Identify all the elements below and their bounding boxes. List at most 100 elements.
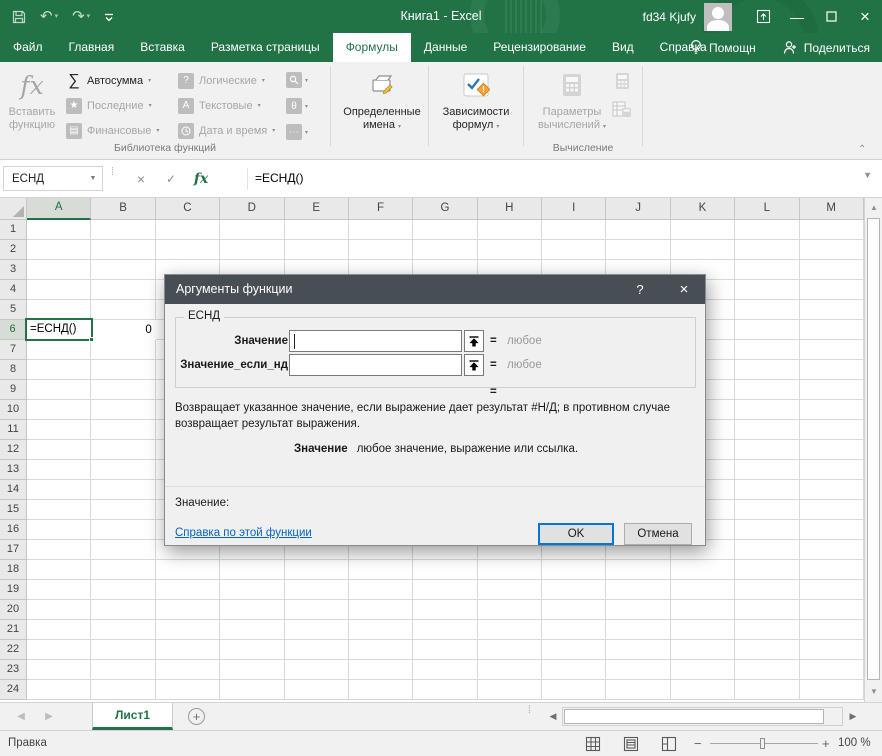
cell[interactable] <box>27 500 91 520</box>
cell[interactable] <box>671 240 735 260</box>
arg2-input[interactable] <box>289 354 462 376</box>
sheet-next-icon[interactable]: ▶ <box>36 703 62 731</box>
name-box[interactable]: ЕСНД ▼ <box>3 166 103 191</box>
cell[interactable] <box>349 560 413 580</box>
redo-button[interactable]: ↷▾ <box>72 9 90 24</box>
row-header-2[interactable]: 2 <box>0 240 27 260</box>
collapse-ribbon-icon[interactable]: ⌃ <box>858 144 866 155</box>
cell[interactable] <box>91 660 155 680</box>
column-header-L[interactable]: L <box>735 198 799 220</box>
cell[interactable] <box>735 620 799 640</box>
cell[interactable] <box>91 340 155 360</box>
cell[interactable] <box>91 460 155 480</box>
cell[interactable] <box>735 500 799 520</box>
cell[interactable] <box>735 640 799 660</box>
formula-input[interactable]: =ЕСНД() <box>255 166 303 191</box>
formula-bar-splitter[interactable]: ⁞ <box>111 169 114 175</box>
fill-handle[interactable] <box>89 337 94 342</box>
cell[interactable] <box>735 600 799 620</box>
cell[interactable] <box>220 620 284 640</box>
vertical-scroll-thumb[interactable] <box>867 218 880 680</box>
cell[interactable] <box>735 660 799 680</box>
cell[interactable] <box>800 600 864 620</box>
cell[interactable] <box>478 220 542 240</box>
account-name[interactable]: fd34 Kjufy <box>643 10 696 24</box>
cell[interactable] <box>349 680 413 700</box>
cell[interactable] <box>27 660 91 680</box>
cell[interactable] <box>671 560 735 580</box>
undo-button[interactable]: ↶▾ <box>40 9 58 24</box>
redo-dropdown-icon[interactable]: ▾ <box>87 13 91 20</box>
cell[interactable] <box>27 220 91 240</box>
row-header-20[interactable]: 20 <box>0 600 27 620</box>
arg2-collapse-dialog-icon[interactable] <box>464 354 484 376</box>
maximize-button[interactable] <box>814 0 848 33</box>
cell[interactable] <box>220 580 284 600</box>
cell[interactable] <box>800 400 864 420</box>
column-header-A[interactable]: A <box>27 198 91 220</box>
cell[interactable] <box>27 560 91 580</box>
cell[interactable] <box>156 580 220 600</box>
cell[interactable] <box>735 460 799 480</box>
cell[interactable] <box>156 560 220 580</box>
undo-dropdown-icon[interactable]: ▾ <box>55 13 59 20</box>
cell[interactable] <box>671 620 735 640</box>
customize-qat-icon[interactable] <box>104 12 114 22</box>
arg1-input[interactable] <box>289 330 462 352</box>
row-header-10[interactable]: 10 <box>0 400 27 420</box>
dialog-help-icon[interactable]: ? <box>621 275 659 304</box>
cell[interactable] <box>800 360 864 380</box>
cell[interactable] <box>735 280 799 300</box>
cell[interactable] <box>285 240 349 260</box>
cell[interactable] <box>27 400 91 420</box>
cell[interactable] <box>478 660 542 680</box>
cell[interactable] <box>735 360 799 380</box>
cell[interactable] <box>800 620 864 640</box>
cancel-entry-icon[interactable]: × <box>126 166 156 191</box>
cell[interactable] <box>349 640 413 660</box>
cell[interactable] <box>220 220 284 240</box>
row-header-7[interactable]: 7 <box>0 340 27 360</box>
active-cell-A6[interactable]: =ЕСНД() <box>25 318 93 341</box>
cell[interactable] <box>413 660 477 680</box>
zoom-in-icon[interactable]: + <box>822 731 830 756</box>
sheet-prev-icon[interactable]: ◀ <box>8 703 34 731</box>
cell[interactable] <box>91 680 155 700</box>
cell[interactable] <box>156 240 220 260</box>
cell[interactable] <box>91 300 155 320</box>
tab-file[interactable]: Файл <box>0 33 56 62</box>
cell[interactable] <box>800 680 864 700</box>
row-header-24[interactable]: 24 <box>0 680 27 700</box>
cell[interactable] <box>735 340 799 360</box>
cell[interactable] <box>91 440 155 460</box>
cell[interactable] <box>542 680 606 700</box>
defined-names-button[interactable]: Определенные имена ▾ <box>334 66 430 134</box>
row-header-14[interactable]: 14 <box>0 480 27 500</box>
zoom-slider-thumb[interactable] <box>760 738 765 749</box>
row-header-23[interactable]: 23 <box>0 660 27 680</box>
add-sheet-icon[interactable]: + <box>188 708 205 725</box>
cell[interactable] <box>800 480 864 500</box>
chevron-down-icon[interactable]: ▾ <box>148 77 151 84</box>
cell[interactable] <box>220 600 284 620</box>
horizontal-scroll-thumb[interactable] <box>564 709 824 724</box>
cell[interactable] <box>606 640 670 660</box>
tab-insert[interactable]: Вставка <box>127 33 198 62</box>
cell[interactable] <box>91 500 155 520</box>
cell[interactable] <box>606 620 670 640</box>
cell[interactable] <box>220 560 284 580</box>
tab-view[interactable]: Вид <box>599 33 647 62</box>
column-header-H[interactable]: H <box>478 198 542 220</box>
cell[interactable] <box>542 600 606 620</box>
cell[interactable] <box>606 220 670 240</box>
cell[interactable] <box>27 240 91 260</box>
cell[interactable] <box>285 680 349 700</box>
cell[interactable] <box>735 520 799 540</box>
cell[interactable] <box>735 560 799 580</box>
cell[interactable] <box>27 380 91 400</box>
cell[interactable] <box>735 300 799 320</box>
cancel-button[interactable]: Отмена <box>624 523 692 545</box>
cell[interactable] <box>27 260 91 280</box>
tab-page-layout[interactable]: Разметка страницы <box>198 33 333 62</box>
cell[interactable] <box>800 640 864 660</box>
